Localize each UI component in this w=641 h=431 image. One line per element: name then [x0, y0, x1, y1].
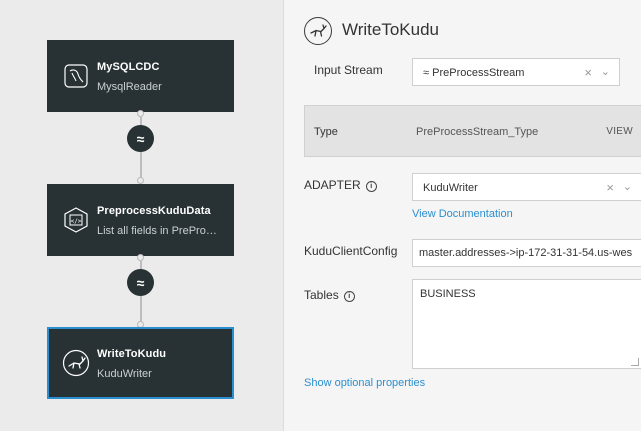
connector-line — [140, 261, 142, 269]
output-port[interactable] — [137, 254, 144, 261]
tables-label: Tables i — [304, 288, 355, 302]
stream-waves-icon[interactable]: ≈ — [127, 269, 154, 296]
adapter-label: ADAPTER i — [304, 178, 377, 192]
kudu-antelope-icon — [304, 17, 332, 45]
input-port[interactable] — [137, 177, 144, 184]
stream-waves-icon: ≈ — [423, 67, 430, 79]
adapter-select[interactable]: KuduWriter × ⌄ — [412, 173, 641, 201]
chevron-down-icon[interactable]: ⌄ — [601, 65, 610, 78]
stream-glyph: ≈ — [136, 274, 145, 291]
panel-title: WriteToKudu — [342, 20, 440, 39]
clear-icon[interactable]: × — [584, 65, 592, 80]
node-subtitle: KuduWriter — [97, 368, 152, 380]
input-stream-label: Input Stream — [314, 63, 383, 77]
input-stream-value: ≈ PreProcessStream — [423, 67, 525, 79]
kudu-client-config-label: KuduClientConfig — [304, 244, 398, 258]
chevron-down-icon[interactable]: ⌄ — [623, 180, 632, 193]
properties-panel: WriteToKudu Input Stream ≈ PreProcessStr… — [283, 0, 641, 431]
clear-icon[interactable]: × — [606, 180, 614, 195]
node-subtitle: List all fields in PreProce… — [97, 225, 222, 237]
show-optional-properties-link[interactable]: Show optional properties — [304, 377, 425, 389]
kudu-client-config-input[interactable]: master.addresses->ip-172-31-31-54.us-wes — [412, 239, 641, 267]
node-title: WriteToKudu — [97, 348, 167, 360]
stream-glyph: ≈ — [136, 130, 145, 147]
tables-label-text: Tables — [304, 288, 339, 302]
flow-node-preprocesskududata[interactable]: </> PreprocessKuduData List all fields i… — [47, 184, 234, 256]
stream-type-row: Type PreProcessStream_Type VIEW — [304, 105, 641, 157]
output-port[interactable] — [137, 110, 144, 117]
adapter-value: KuduWriter — [423, 182, 478, 194]
type-label: Type — [314, 126, 338, 138]
info-icon[interactable]: i — [365, 181, 377, 192]
kudu-antelope-icon — [62, 349, 90, 377]
input-stream-select[interactable]: ≈ PreProcessStream × ⌄ — [412, 58, 620, 86]
view-documentation-link[interactable]: View Documentation — [412, 208, 513, 220]
stream-waves-icon[interactable]: ≈ — [127, 125, 154, 152]
svg-text:</>: </> — [71, 218, 82, 225]
tables-value: BUSINESS — [420, 288, 476, 300]
flow-node-writetokudu[interactable]: WriteToKudu KuduWriter — [47, 327, 234, 399]
flow-node-mysqlcdc[interactable]: MySQLCDC MysqlReader — [47, 40, 234, 112]
tables-textarea[interactable]: BUSINESS — [412, 279, 641, 369]
flow-canvas: MySQLCDC MysqlReader ≈ </> PreprocessKud… — [0, 0, 283, 431]
node-title: MySQLCDC — [97, 61, 160, 73]
info-icon[interactable]: i — [343, 291, 355, 302]
code-query-icon: </> — [62, 206, 90, 234]
adapter-label-text: ADAPTER — [304, 178, 361, 192]
resize-handle[interactable] — [631, 358, 639, 366]
connector-line — [140, 296, 142, 322]
connector-line — [140, 152, 142, 178]
node-title: PreprocessKuduData — [97, 205, 211, 217]
view-type-button[interactable]: VIEW — [606, 126, 633, 137]
type-value: PreProcessStream_Type — [416, 126, 539, 138]
database-source-icon — [62, 62, 90, 90]
kudu-client-config-value: master.addresses->ip-172-31-31-54.us-wes — [419, 247, 633, 259]
node-subtitle: MysqlReader — [97, 81, 162, 93]
